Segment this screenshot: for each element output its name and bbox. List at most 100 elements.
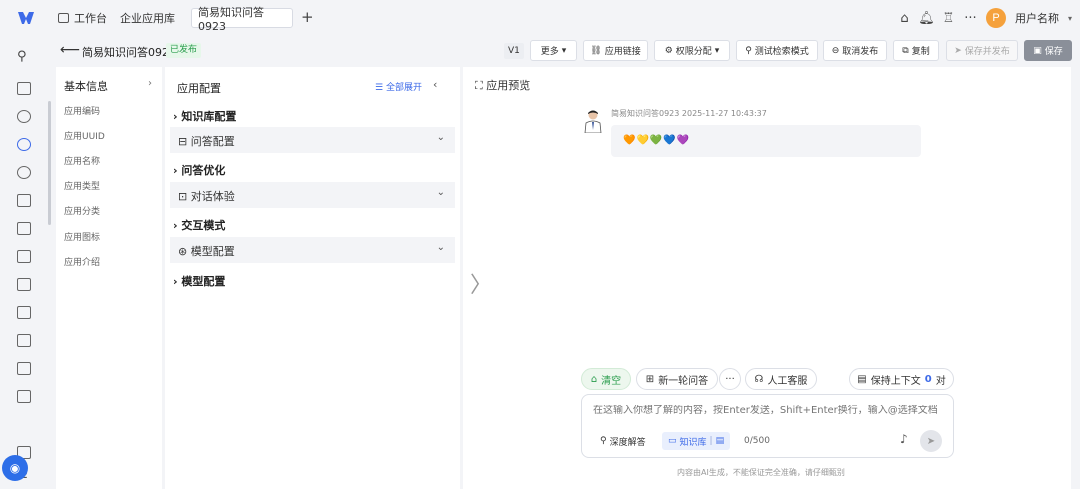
- expand-all-label: 全部展开: [385, 83, 422, 93]
- more-options-button[interactable]: ···: [719, 368, 741, 390]
- more-dots-icon: ···: [725, 373, 735, 385]
- new-tab-plus-icon[interactable]: +: [301, 9, 314, 25]
- send-icon: ➤: [954, 45, 962, 56]
- basic-info-scrollbar[interactable]: [48, 101, 51, 225]
- gallery-icon[interactable]: [17, 362, 31, 375]
- section-label: 对话体验: [190, 190, 235, 203]
- image-icon[interactable]: [17, 250, 31, 263]
- basic-info-item[interactable]: 应用介绍: [64, 255, 100, 268]
- tab-current-app[interactable]: 简易知识问答0923: [191, 6, 293, 33]
- page-title: 简易知识问答0923: [82, 46, 176, 59]
- knowledge-base-icon: ▭: [668, 436, 677, 446]
- apps-icon[interactable]: [17, 138, 31, 151]
- test-retrieval-button[interactable]: ⚲ 测试检索模式: [736, 40, 818, 61]
- chat-input[interactable]: [593, 405, 943, 416]
- basic-info-item[interactable]: 应用UUID: [64, 129, 105, 142]
- unpublish-button[interactable]: ⊖ 取消发布: [823, 40, 887, 61]
- keep-context-label: 保持上下文: [870, 375, 921, 387]
- tab-workbench[interactable]: 工作台: [52, 8, 113, 28]
- more-button-label: 更多: [540, 47, 559, 57]
- save-button[interactable]: ▣ 保存: [1024, 40, 1072, 61]
- section-qa-config[interactable]: ⊟ 问答配置 ⌄: [170, 127, 455, 153]
- assistant-float-icon[interactable]: ◉: [2, 455, 28, 481]
- chevron-down-icon: ⌄: [436, 187, 445, 198]
- home-icon[interactable]: ⌂: [898, 12, 911, 25]
- app-logo[interactable]: [17, 9, 35, 27]
- basic-info-item[interactable]: 应用分类: [64, 204, 100, 217]
- flow-icon[interactable]: [17, 166, 31, 179]
- more-button[interactable]: 更多 ▾: [530, 40, 577, 61]
- photo-icon[interactable]: [17, 334, 31, 347]
- expand-all-button[interactable]: ☰ 全部展开: [375, 80, 422, 93]
- section-label: 问答配置: [190, 135, 235, 148]
- files-icon[interactable]: [17, 306, 31, 319]
- basic-info-title: 基本信息: [64, 80, 108, 93]
- tab-enterprise-app-library-label: 企业应用库: [120, 12, 175, 25]
- keep-context-count: 0: [924, 373, 932, 385]
- model-icon: ⊛: [178, 245, 188, 258]
- copy-button[interactable]: ⧉ 复制: [893, 40, 939, 61]
- basic-info-item[interactable]: 应用名称: [64, 154, 100, 167]
- shirt-icon[interactable]: ♖: [942, 12, 955, 25]
- save-publish-button-label: 保存并发布: [964, 47, 1010, 57]
- app-config-panel: 应用配置 ☰ 全部展开 ‹ › 知识库配置 ⊟ 问答配置 ⌄ › 问答优化 ⊡ …: [165, 67, 460, 489]
- search-icon: ⚲: [745, 45, 752, 56]
- chat-input-box: ⚲ 深度解答 ▭ 知识库 | ▤ 0/500 ♪ ➤: [581, 394, 954, 458]
- chevron-down-icon: ▾: [714, 45, 720, 56]
- user-menu-chevron-down-icon[interactable]: ▾: [1068, 14, 1072, 23]
- screen-icon[interactable]: [17, 82, 31, 95]
- version-tag: V1: [504, 43, 524, 59]
- more-dots-icon[interactable]: ···: [964, 12, 977, 25]
- microphone-icon[interactable]: ♪: [900, 432, 908, 446]
- headset-icon: ☊: [754, 373, 764, 385]
- keep-context-button[interactable]: ▤ 保持上下文 0 对: [849, 368, 954, 390]
- section-interaction-mode[interactable]: › 交互模式: [173, 217, 225, 233]
- document-icon: ▤: [857, 373, 867, 385]
- network-icon[interactable]: [17, 110, 31, 123]
- knowledge-base-toggle[interactable]: ▭ 知识库 | ▤: [662, 432, 731, 450]
- save-publish-button[interactable]: ➤ 保存并发布: [946, 40, 1018, 61]
- basic-info-item[interactable]: 应用编码: [64, 104, 100, 117]
- section-model-config[interactable]: › 模型配置: [173, 273, 225, 289]
- message-content: 🧡💛💚💙💜: [623, 135, 691, 146]
- section-label: 知识库配置: [181, 110, 237, 123]
- dataset-icon[interactable]: [17, 194, 31, 207]
- username[interactable]: 用户名称: [1015, 10, 1059, 26]
- keyboard-icon[interactable]: [17, 278, 31, 291]
- section-model-config-collapsible[interactable]: ⊛ 模型配置 ⌄: [170, 237, 455, 263]
- status-badge: 已发布: [166, 43, 202, 58]
- basic-info-item[interactable]: 应用类型: [64, 179, 100, 192]
- send-icon: ➤: [926, 435, 936, 447]
- send-button[interactable]: ➤: [920, 430, 942, 452]
- left-rail: ⚲ ☰ ◉: [0, 36, 48, 489]
- section-qa-optimization[interactable]: › 问答优化: [173, 162, 225, 178]
- human-service-button[interactable]: ☊ 人工客服: [745, 368, 817, 390]
- new-chat-icon: ⊞: [645, 373, 655, 385]
- copy-icon: ⧉: [902, 45, 909, 56]
- section-dialog-experience[interactable]: ⊡ 对话体验 ⌄: [170, 182, 455, 208]
- collapse-panel-chevron-left-icon[interactable]: ‹: [433, 78, 437, 91]
- tab-enterprise-app-library[interactable]: 企业应用库: [114, 8, 181, 28]
- permissions-button[interactable]: ⚙ 权限分配 ▾: [654, 40, 730, 61]
- app-link-button[interactable]: ⛓ 应用链接: [583, 40, 648, 61]
- avatar[interactable]: P: [985, 8, 1006, 28]
- bell-icon[interactable]: 🔔︎: [918, 12, 935, 25]
- back-arrow-icon[interactable]: ⟵: [60, 42, 80, 58]
- chevron-right-icon[interactable]: ›: [148, 78, 152, 89]
- basic-info-item[interactable]: 应用图标: [64, 230, 100, 243]
- expand-left-panel-chevron-right-icon[interactable]: 〉: [470, 267, 492, 299]
- section-knowledge-base-config[interactable]: › 知识库配置: [173, 108, 236, 124]
- clear-button[interactable]: ⌂ 清空: [581, 368, 631, 390]
- link-icon: ⛓: [590, 45, 602, 56]
- basic-info-panel: 基本信息 › 应用编码 应用UUID 应用名称 应用类型 应用分类 应用图标 应…: [56, 67, 162, 489]
- terminal-icon[interactable]: [17, 390, 31, 403]
- deep-answer-toggle[interactable]: ⚲ 深度解答: [594, 432, 652, 450]
- message-bubble: 🧡💛💚💙💜: [611, 125, 921, 157]
- permissions-button-label: 权限分配: [675, 47, 712, 57]
- chevron-down-icon: ⌄: [436, 242, 445, 253]
- document-icon: ▤: [715, 436, 725, 446]
- new-round-button[interactable]: ⊞ 新一轮问答: [636, 368, 718, 390]
- chevron-down-icon: ▾: [561, 45, 567, 56]
- search-icon[interactable]: ⚲: [17, 50, 31, 63]
- calendar-icon[interactable]: [17, 222, 31, 235]
